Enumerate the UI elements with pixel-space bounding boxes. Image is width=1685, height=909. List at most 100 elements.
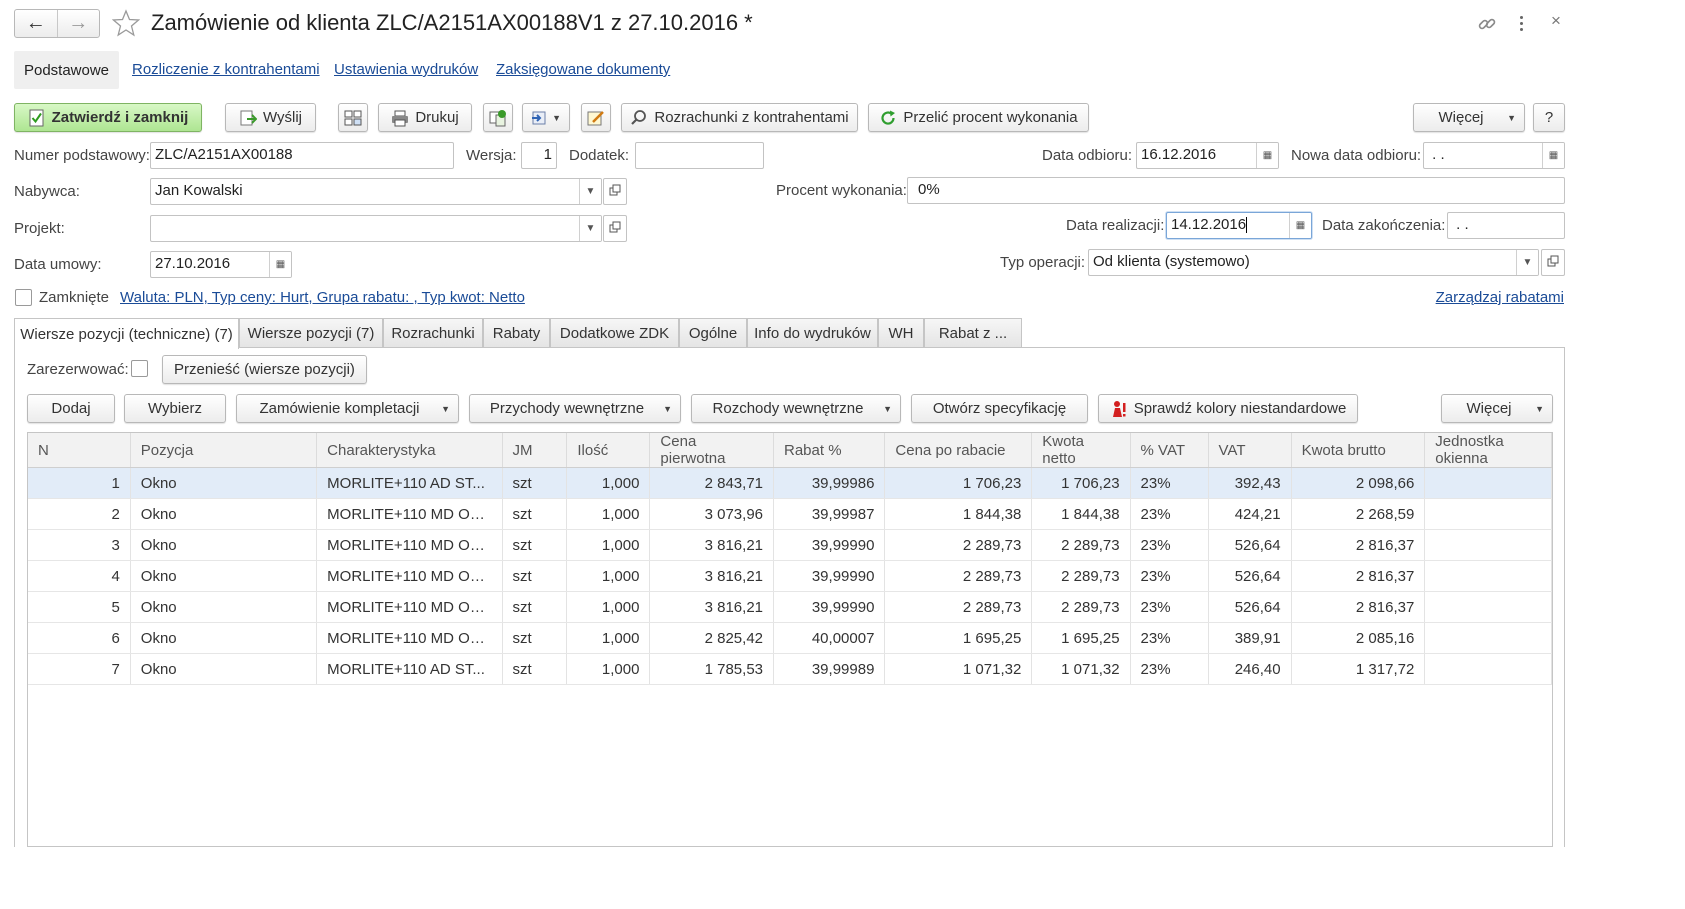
table-cell: szt — [502, 653, 568, 685]
choose-button[interactable]: Wybierz — [124, 394, 226, 423]
open-buyer-button[interactable] — [603, 178, 627, 205]
tab-discount-from[interactable]: Rabat z ... — [924, 318, 1022, 348]
column-header[interactable]: Jednostka okienna — [1424, 433, 1552, 468]
chevron-down-icon[interactable]: ▼ — [1516, 250, 1538, 275]
calendar-icon[interactable]: ▦ — [269, 252, 291, 277]
closed-checkbox[interactable] — [15, 289, 32, 306]
manage-discounts-link[interactable]: Zarządzaj rabatami — [1436, 289, 1564, 306]
operation-type-field[interactable]: Od klienta (systemowo) ▼ — [1088, 249, 1539, 276]
internal-income-button[interactable]: Przychody wewnętrzne ▼ — [469, 394, 681, 423]
column-header[interactable]: Ilość — [566, 433, 651, 468]
lines-more-button[interactable]: Więcej ▼ — [1441, 394, 1553, 423]
print-button[interactable]: Drukuj — [378, 103, 472, 132]
completion-field[interactable]: 0% — [907, 177, 1565, 204]
table-row[interactable]: 6 Okno MORLITE+110 MD OK... szt 1,000 2 825,4… — [28, 622, 1552, 654]
version-field[interactable]: 1 — [521, 142, 557, 169]
kit-order-button[interactable]: Zamówienie kompletacji ▼ — [236, 394, 459, 423]
table-cell — [1424, 591, 1552, 623]
completion-label: Procent wykonania: — [776, 182, 907, 199]
column-header[interactable]: VAT — [1208, 433, 1292, 468]
column-header[interactable]: Kwota netto — [1031, 433, 1131, 468]
column-header[interactable]: Cena po rabacie — [884, 433, 1033, 468]
table-row[interactable]: 4 Okno MORLITE+110 MD OK... szt 1,000 3 816,2… — [28, 560, 1552, 592]
tab-additional-zdk[interactable]: Dodatkowe ZDK — [550, 318, 679, 348]
calendar-icon[interactable]: ▦ — [1256, 143, 1278, 168]
calendar-icon[interactable]: ▦ — [1289, 213, 1311, 238]
help-button[interactable]: ? — [1533, 103, 1565, 132]
table-row[interactable]: 5 Okno MORLITE+110 MD OK... szt 1,000 3 816,2… — [28, 591, 1552, 623]
add-button[interactable]: Dodaj — [27, 394, 115, 423]
tab-wh[interactable]: WH — [878, 318, 924, 348]
table-cell: 2 825,42 — [649, 622, 774, 654]
tab-general[interactable]: Ogólne — [679, 318, 747, 348]
internal-expense-button[interactable]: Rozchody wewnętrzne ▼ — [691, 394, 901, 423]
tab-rozliczenie[interactable]: Rozliczenie z kontrahentami — [132, 61, 320, 78]
structure-button[interactable] — [338, 103, 368, 132]
column-header[interactable]: JM — [502, 433, 568, 468]
send-button[interactable]: Wyślij — [225, 103, 316, 132]
table-cell: 2 098,66 — [1291, 467, 1426, 499]
column-header[interactable]: % VAT — [1130, 433, 1209, 468]
link-icon[interactable] — [1476, 13, 1498, 35]
favorite-star-icon[interactable] — [111, 9, 141, 37]
open-project-button[interactable] — [603, 215, 627, 242]
create-based-on-button[interactable] — [483, 103, 513, 132]
column-header[interactable]: Cena pierwotna — [649, 433, 774, 468]
contract-date-field[interactable]: 27.10.2016 ▦ — [150, 251, 292, 278]
magnifier-icon — [630, 109, 648, 127]
pickup-date-label: Data odbioru: — [1042, 147, 1133, 164]
table-cell: 39,99990 — [773, 560, 886, 592]
reserve-checkbox[interactable] — [131, 360, 148, 377]
more-menu-icon[interactable] — [1515, 12, 1527, 34]
refresh-icon — [879, 109, 897, 127]
column-header[interactable]: Rabat % — [773, 433, 886, 468]
recalc-percent-button[interactable]: Przelić procent wykonania — [868, 103, 1089, 132]
tab-print-info[interactable]: Info do wydruków — [747, 318, 878, 348]
move-lines-button[interactable]: Przenieść (wiersze pozycji) — [162, 355, 367, 384]
calendar-icon[interactable]: ▦ — [1542, 143, 1564, 168]
tab-technical-lines[interactable]: Wiersze pozycji (techniczne) (7) — [14, 318, 239, 349]
column-header[interactable]: Charakterystyka — [316, 433, 503, 468]
edit-note-button[interactable] — [581, 103, 611, 132]
table-row[interactable]: 2 Okno MORLITE+110 MD OK... szt 1,000 3 073,9… — [28, 498, 1552, 530]
settlements-button[interactable]: Rozrachunki z kontrahentami — [621, 103, 858, 132]
back-button[interactable]: ← — [15, 10, 58, 37]
tab-ustawienia-wydrukow[interactable]: Ustawienia wydruków — [334, 61, 478, 78]
buyer-field[interactable]: Jan Kowalski ▼ — [150, 178, 602, 205]
tab-lines[interactable]: Wiersze pozycji (7) — [239, 318, 383, 348]
currency-settings-link[interactable]: Waluta: PLN, Typ ceny: Hurt, Grupa rabat… — [120, 289, 525, 306]
check-colors-button[interactable]: Sprawdź kolory niestandardowe — [1098, 394, 1358, 423]
addition-field[interactable] — [635, 142, 764, 169]
chevron-down-icon: ▼ — [663, 403, 672, 414]
lines-grid[interactable]: N Pozycja Charakterystyka JM Ilość Cena pierw… — [27, 432, 1553, 847]
table-row[interactable]: 3 Okno MORLITE+110 MD OK... szt 1,000 3 816,2… — [28, 529, 1552, 561]
open-spec-button[interactable]: Otwórz specyfikację — [911, 394, 1088, 423]
column-header[interactable]: Pozycja — [130, 433, 318, 468]
import-dropdown-button[interactable]: ▼ — [522, 103, 570, 132]
forward-button[interactable]: → — [58, 10, 100, 37]
table-row[interactable]: 7 Okno MORLITE+110 AD ST... szt 1,000 1 785,5… — [28, 653, 1552, 685]
realization-date-field[interactable]: 14.12.2016 ▦ — [1166, 212, 1312, 239]
end-date-field[interactable]: . . — [1447, 212, 1565, 239]
chevron-down-icon[interactable]: ▼ — [579, 216, 601, 241]
pickup-date-field[interactable]: 16.12.2016 ▦ — [1136, 142, 1279, 169]
new-pickup-date-field[interactable]: . . ▦ — [1423, 142, 1565, 169]
tab-settlements[interactable]: Rozrachunki — [383, 318, 483, 348]
open-operation-type-button[interactable] — [1541, 249, 1565, 276]
alert-person-icon — [1110, 400, 1128, 418]
confirm-close-button[interactable]: Zatwierdź i zamknij — [14, 103, 202, 132]
number-field[interactable]: ZLC/A2151AX00188 — [150, 142, 454, 169]
table-row[interactable]: 1 Okno MORLITE+110 AD ST... szt 1,000 2 843,7… — [28, 467, 1552, 499]
table-cell: 6 — [28, 622, 131, 654]
tab-podstawowe[interactable]: Podstawowe — [14, 51, 119, 89]
more-dropdown-button[interactable]: Więcej ▼ — [1413, 103, 1525, 132]
column-header[interactable]: N — [28, 433, 131, 468]
close-icon[interactable]: × — [1547, 11, 1565, 33]
project-field[interactable]: ▼ — [150, 215, 602, 242]
table-cell: 2 289,73 — [884, 529, 1033, 561]
tab-discounts[interactable]: Rabaty — [483, 318, 550, 348]
table-cell: 246,40 — [1208, 653, 1292, 685]
column-header[interactable]: Kwota brutto — [1291, 433, 1426, 468]
tab-zaksiegowane-dokumenty[interactable]: Zaksięgowane dokumenty — [496, 61, 670, 78]
chevron-down-icon[interactable]: ▼ — [579, 179, 601, 204]
